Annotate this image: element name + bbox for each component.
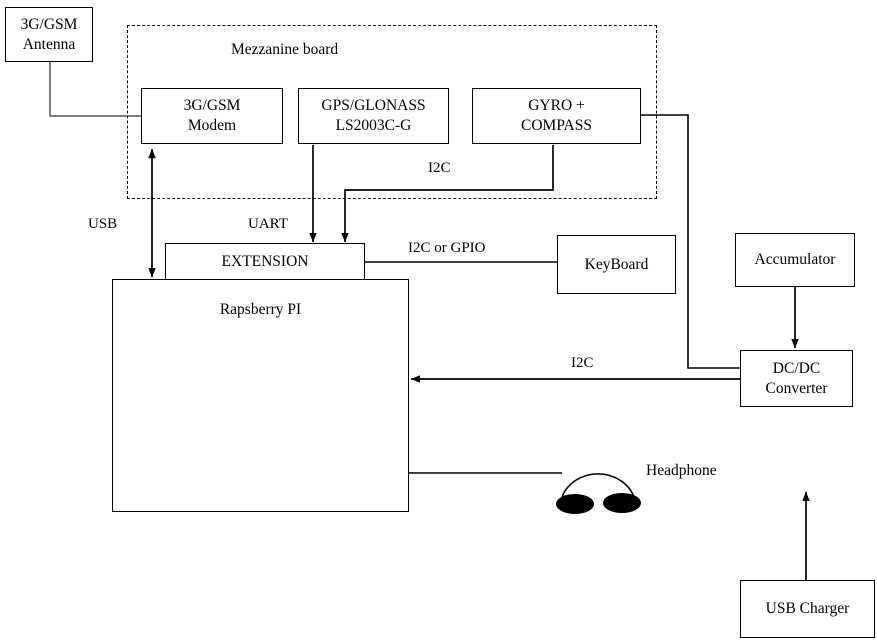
node-accumulator-label: Accumulator — [754, 251, 836, 269]
node-usb-charger[interactable]: USB Charger — [740, 580, 875, 638]
block-diagram: Mezzanine board 3G/GSM Antenna 3G/GSM Mo… — [0, 0, 877, 644]
headphone-icon — [556, 473, 641, 514]
node-gyro-compass-label: GYRO + COMPASS — [521, 97, 592, 134]
edge-label-usb: USB — [88, 216, 118, 232]
node-accumulator[interactable]: Accumulator — [735, 233, 855, 287]
edge-label-i2c-gyro: I2C — [428, 160, 451, 176]
node-dcdc-converter-label: DC/DC Converter — [765, 359, 828, 397]
node-extension[interactable]: EXTENSION — [165, 243, 365, 280]
node-3g-gsm-modem-label: 3G/GSM Modem — [183, 97, 241, 134]
node-3g-gsm-antenna[interactable]: 3G/GSM Antenna — [5, 7, 93, 62]
node-raspberry-pi-label: Rapsberry PI — [219, 301, 302, 318]
node-raspberry-pi[interactable]: Rapsberry PI — [112, 279, 409, 512]
edge-label-i2c-dcdc: I2C — [571, 355, 594, 371]
label-headphone: Headphone — [646, 462, 717, 479]
group-mezzanine-board-title: Mezzanine board — [231, 41, 339, 58]
node-3g-gsm-modem[interactable]: 3G/GSM Modem — [141, 88, 283, 144]
node-gyro-compass[interactable]: GYRO + COMPASS — [472, 88, 641, 144]
edge-label-uart: UART — [248, 216, 288, 232]
node-keyboard[interactable]: KeyBoard — [557, 235, 676, 294]
edge-label-i2c-or-gpio: I2C or GPIO — [408, 240, 486, 256]
node-keyboard-label: KeyBoard — [584, 255, 649, 273]
node-usb-charger-label: USB Charger — [765, 600, 850, 618]
node-3g-gsm-antenna-label: 3G/GSM Antenna — [20, 15, 78, 53]
node-extension-label: EXTENSION — [221, 252, 309, 270]
node-dcdc-converter[interactable]: DC/DC Converter — [740, 350, 853, 407]
node-gps-glonass-label: GPS/GLONASS LS2003C-G — [321, 97, 426, 134]
node-gps-glonass[interactable]: GPS/GLONASS LS2003C-G — [298, 88, 449, 144]
